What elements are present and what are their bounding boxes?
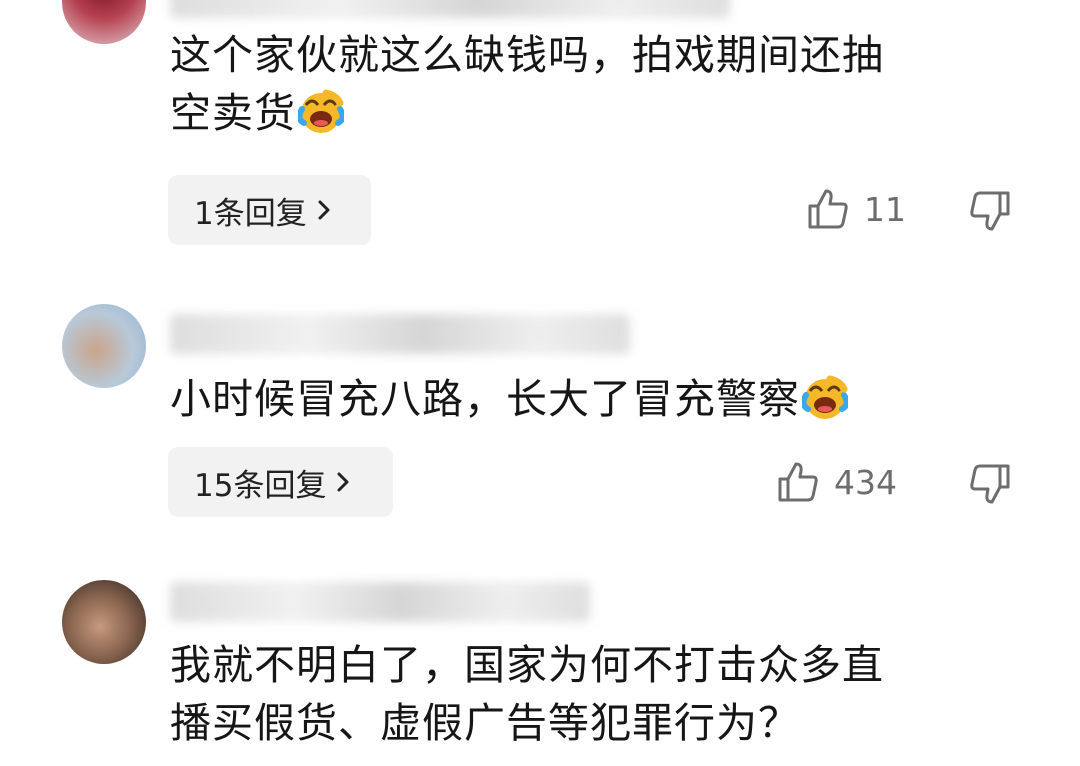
avatar[interactable]	[62, 580, 146, 664]
thumbs-down-outline-icon	[970, 464, 1010, 504]
avatar[interactable]	[62, 304, 146, 388]
laughing-crying-emoji-icon	[802, 375, 848, 419]
comment-text: 小时候冒充八路，长大了冒充警察	[170, 370, 1000, 428]
view-replies-button[interactable]: 15条回复	[168, 447, 393, 517]
avatar[interactable]	[62, 0, 146, 44]
chevron-right-icon	[337, 472, 349, 492]
comment-text: 我就不明白了，国家为何不打击众多直 播买假货、虚假广告等犯罪行为？	[170, 636, 1000, 752]
comment-text-fragment: 空卖货	[170, 89, 296, 137]
comment-item: 这个家伙就这么缺钱吗，拍戏期间还抽 空卖货 1条回复 11	[0, 0, 1080, 260]
username-blurred[interactable]	[170, 314, 630, 354]
comment-text-fragment: 小时候冒充八路，长大了冒充警察	[170, 375, 800, 423]
comment-text-line: 小时候冒充八路，长大了冒充警察	[170, 370, 1000, 428]
thumbs-up-outline-icon	[778, 462, 818, 502]
comment-text-line: 这个家伙就这么缺钱吗，拍戏期间还抽	[170, 31, 884, 79]
username-blurred[interactable]	[170, 582, 590, 622]
comment-text: 这个家伙就这么缺钱吗，拍戏期间还抽 空卖货	[170, 26, 1000, 142]
replies-label: 15条回复	[194, 467, 327, 504]
replies-label: 1条回复	[194, 195, 307, 232]
comment-item: 我就不明白了，国家为何不打击众多直 播买假货、虚假广告等犯罪行为？	[0, 560, 1080, 766]
chevron-right-icon	[318, 200, 330, 220]
comment-item: 小时候冒充八路，长大了冒充警察 15条回复 434	[0, 290, 1080, 540]
laughing-crying-emoji-icon	[298, 89, 344, 133]
like-count: 11	[864, 189, 906, 229]
comment-text-line: 我就不明白了，国家为何不打击众多直	[170, 641, 884, 689]
username-blurred[interactable]	[170, 0, 730, 18]
comment-text-line: 空卖货	[170, 84, 1000, 142]
like-count: 434	[834, 462, 897, 502]
view-replies-button[interactable]: 1条回复	[168, 175, 371, 245]
comment-text-line: 播买假货、虚假广告等犯罪行为？	[170, 699, 800, 747]
dislike-button[interactable]	[968, 189, 1012, 233]
dislike-button[interactable]	[968, 462, 1012, 506]
thumbs-up-outline-icon	[808, 189, 848, 229]
like-button[interactable]: 434	[776, 460, 897, 504]
thumbs-down-outline-icon	[970, 191, 1010, 231]
like-button[interactable]: 11	[806, 187, 906, 231]
